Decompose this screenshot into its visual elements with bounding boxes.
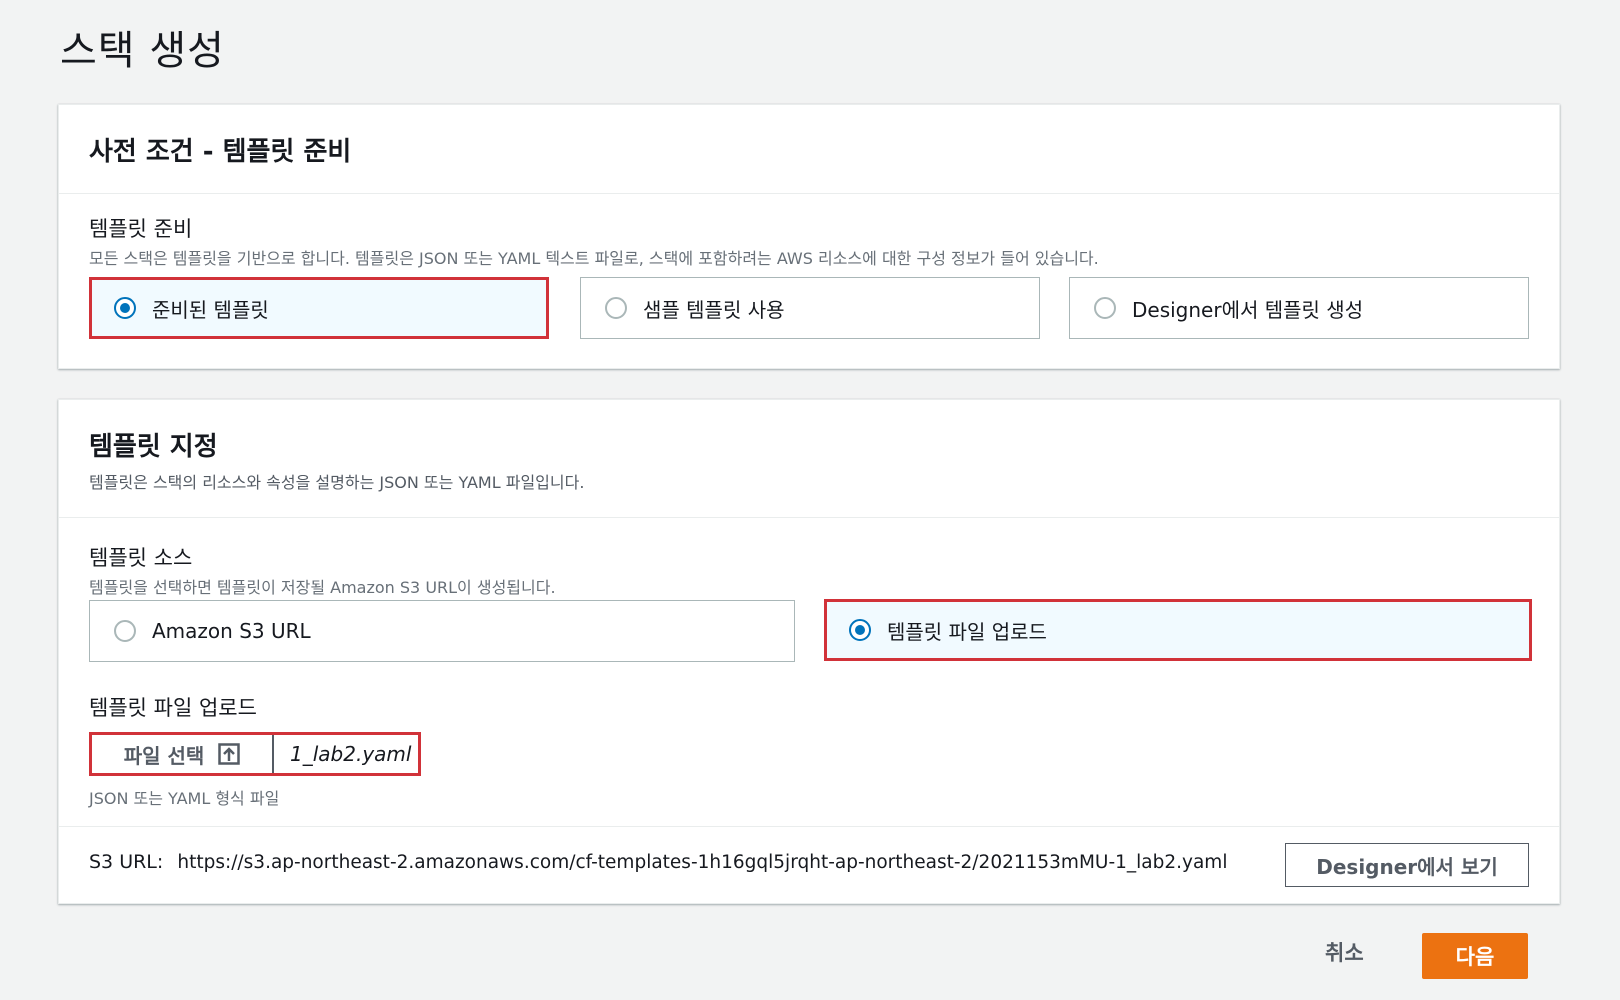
prepare-template-field: 템플릿 준비 모든 스택은 템플릿을 기반으로 합니다. 템플릿은 JSON 또… [89, 213, 1099, 269]
option-upload-template-file-label: 템플릿 파일 업로드 [887, 619, 1047, 644]
upload-icon [218, 743, 241, 765]
prerequisite-title: 사전 조건 - 템플릿 준비 [89, 137, 352, 167]
s3-url-text: S3 URL: https://s3.ap-northeast-2.amazon… [89, 851, 1227, 873]
s3-url-value: https://s3.ap-northeast-2.amazonaws.com/… [177, 852, 1228, 873]
prepare-template-desc: 모든 스택은 템플릿을 기반으로 합니다. 템플릿은 JSON 또는 YAML … [89, 249, 1099, 268]
prerequisite-panel: 사전 조건 - 템플릿 준비 템플릿 준비 모든 스택은 템플릿을 기반으로 합… [58, 104, 1560, 369]
prerequisite-header: 사전 조건 - 템플릿 준비 [59, 105, 1559, 194]
radio-checked-icon [114, 297, 136, 319]
option-amazon-s3-url[interactable]: Amazon S3 URL [89, 600, 795, 662]
option-upload-template-file[interactable]: 템플릿 파일 업로드 [824, 599, 1532, 661]
option-sample-template[interactable]: 샘플 템플릿 사용 [580, 277, 1040, 339]
radio-checked-icon [849, 619, 871, 641]
template-source-desc: 템플릿을 선택하면 템플릿이 저장될 Amazon S3 URL이 생성됩니다. [89, 578, 556, 597]
s3-url-label: S3 URL: [89, 851, 164, 873]
cancel-button[interactable]: 취소 [1325, 937, 1364, 967]
next-button[interactable]: 다음 [1422, 933, 1528, 979]
option-template-ready-label: 준비된 템플릿 [152, 297, 269, 322]
specify-template-title: 템플릿 지정 [89, 432, 218, 462]
choose-file-button[interactable]: 파일 선택 [92, 735, 274, 773]
option-amazon-s3-url-label: Amazon S3 URL [152, 619, 311, 643]
radio-unchecked-icon [114, 620, 136, 642]
option-template-ready[interactable]: 준비된 템플릿 [89, 277, 549, 339]
view-in-designer-button[interactable]: Designer에서 보기 [1285, 843, 1529, 887]
selected-file-name: 1_lab2.yaml [290, 742, 412, 766]
next-button-label: 다음 [1455, 945, 1495, 969]
view-in-designer-label: Designer에서 보기 [1316, 854, 1498, 879]
page-title: 스택 생성 [60, 28, 225, 74]
template-source-label: 템플릿 소스 [89, 546, 193, 570]
upload-hint: JSON 또는 YAML 형식 파일 [89, 789, 280, 808]
upload-template-label: 템플릿 파일 업로드 [89, 696, 257, 720]
option-sample-template-label: 샘플 템플릿 사용 [643, 297, 785, 322]
specify-template-header: 템플릿 지정 템플릿은 스택의 리소스와 속성을 설명하는 JSON 또는 YA… [59, 400, 1559, 518]
radio-unchecked-icon [1094, 297, 1116, 319]
template-source-field: 템플릿 소스 템플릿을 선택하면 템플릿이 저장될 Amazon S3 URL이… [89, 542, 556, 598]
specify-template-subtitle: 템플릿은 스택의 리소스와 속성을 설명하는 JSON 또는 YAML 파일입니… [89, 473, 585, 492]
file-upload-control: 파일 선택 1_lab2.yaml [89, 732, 421, 776]
radio-unchecked-icon [605, 297, 627, 319]
option-designer-template[interactable]: Designer에서 템플릿 생성 [1069, 277, 1529, 339]
s3-url-row: S3 URL: https://s3.ap-northeast-2.amazon… [59, 826, 1559, 904]
specify-template-panel: 템플릿 지정 템플릿은 스택의 리소스와 속성을 설명하는 JSON 또는 YA… [58, 399, 1560, 904]
option-designer-template-label: Designer에서 템플릿 생성 [1132, 297, 1364, 322]
choose-file-label: 파일 선택 [123, 743, 205, 768]
prepare-template-label: 템플릿 준비 [89, 217, 193, 241]
